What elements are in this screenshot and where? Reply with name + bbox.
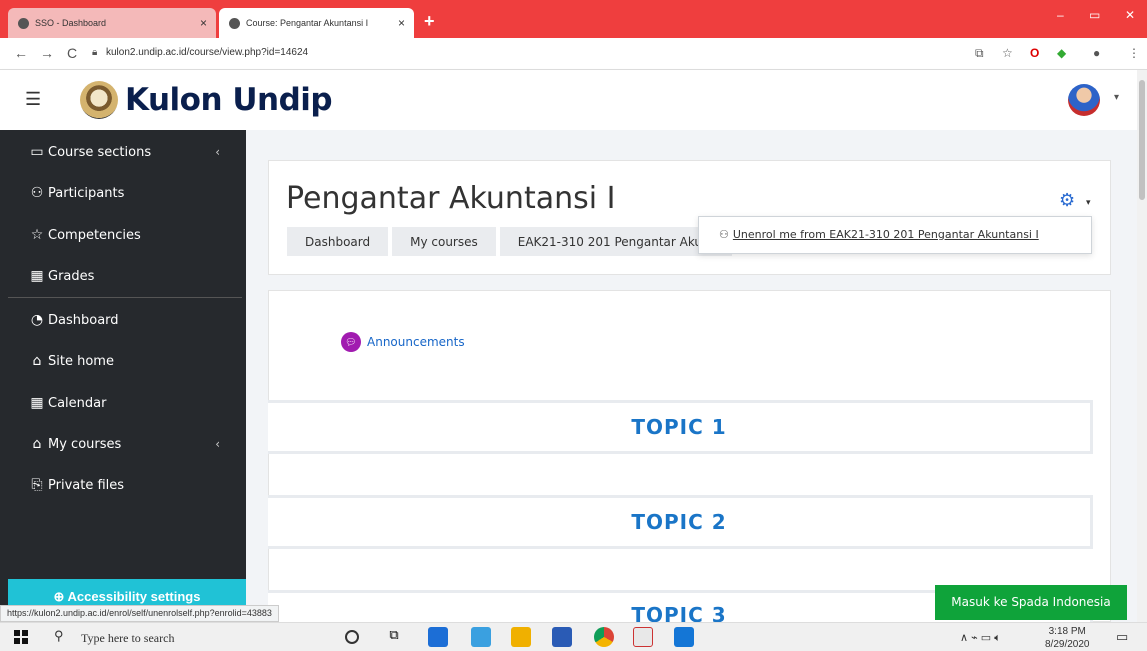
sidebar-divider [8,297,242,298]
chevron-left-icon: ‹ [215,145,220,159]
tab-favicon-icon [18,17,29,29]
hamburger-menu-icon[interactable]: ☰ [25,89,41,110]
sidebar-item-label: Site home [48,353,114,369]
system-tray-icons[interactable]: ∧ ⌁ ▭ 🔈︎ [960,631,1001,645]
course-title: Pengantar Akuntansi I [286,181,616,216]
sidebar-item-grades[interactable]: ▦ Grades [28,261,94,291]
forum-icon: 💬︎ [341,332,361,352]
taskbar-clock[interactable]: 3:18 PM 8/29/2020 [1045,625,1090,651]
chevron-down-icon[interactable]: ▾ [1086,197,1091,208]
announcements-link[interactable]: Announcements [367,335,465,349]
photos-app-icon[interactable] [471,627,491,647]
back-button[interactable]: ← [14,45,28,61]
unenrol-label: Unenrol me from EAK21-310 201 Pengantar … [732,228,1039,241]
site-header: ☰ Kulon Undip ▾ [0,70,1147,130]
files-icon: ⎘ [31,477,43,493]
address-bar: ← → C 🔒︎ kulon2.undip.ac.id/course/view.… [0,38,1147,70]
url-field[interactable]: kulon2.undip.ac.id/course/view.php?id=14… [106,47,308,58]
topic-section[interactable]: TOPIC 2 [268,495,1093,549]
windows-taskbar: ⚲ Type here to search ⧉ ∧ ⌁ ▭ 🔈︎ 3:18 PM… [0,622,1147,651]
tab-title: SSO - Dashboard [35,18,107,28]
sidebar-item-label: Dashboard [48,312,119,328]
star-icon: ☆ [30,227,44,243]
calendar-icon: ▦ [30,395,44,411]
user-menu-caret-icon[interactable]: ▾ [1114,92,1119,103]
sidebar-item-label: Participants [48,185,125,201]
clock-date: 8/29/2020 [1045,639,1090,650]
folder-icon: ▭ [30,144,44,160]
outlook-app-icon[interactable] [674,627,694,647]
unenrol-menu-item[interactable]: ⚇ Unenrol me from EAK21-310 201 Pengantar… [719,228,1039,241]
user-avatar[interactable] [1068,84,1100,116]
dashboard-icon: ◔ [30,312,44,328]
tab-close-icon[interactable]: × [200,16,207,30]
tab-title: Course: Pengantar Akuntansi I [246,18,369,28]
sidebar-item-label: Private files [48,477,125,493]
scrollbar-thumb[interactable] [1139,80,1145,200]
users-icon: ⚇ [30,185,44,201]
sidebar-item-participants[interactable]: ⚇ Participants [28,178,125,208]
extension-icon[interactable]: ◆ [1057,46,1066,60]
new-tab-button[interactable]: + [424,11,435,32]
sidebar-item-label: Competencies [48,227,141,243]
graduation-cap-icon: ⌂ [32,436,42,452]
course-settings-menu: ⚇ Unenrol me from EAK21-310 201 Pengantar… [698,216,1092,254]
translate-icon[interactable]: ⧉ [975,46,984,61]
reload-button[interactable]: C [67,45,77,61]
forward-button[interactable]: → [40,45,54,61]
accessibility-icon: ⊕ [53,589,68,604]
task-view-icon[interactable]: ⧉ [384,627,404,647]
clock-time: 3:18 PM [1048,626,1086,637]
sidebar-item-label: Calendar [48,395,107,411]
user-icon: ⚇ [719,228,729,241]
topic-section[interactable]: TOPIC 1 [268,400,1093,454]
file-explorer-icon[interactable] [511,627,531,647]
menu-dots-icon[interactable]: ⋮ [1128,46,1140,60]
lock-icon: 🔒︎ [92,47,98,58]
calculator-app-icon[interactable] [428,627,448,647]
nav-drawer: ▭ Course sections ‹ ⚇ Participants ☆ Com… [0,130,246,622]
browser-tab-bar: SSO - Dashboard × Course: Pengantar Akun… [0,0,1147,38]
breadcrumb-my-courses[interactable]: My courses [392,227,496,256]
gradebook-icon: ▦ [30,268,44,284]
sidebar-item-course-sections[interactable]: ▭ Course sections ‹ [28,137,238,167]
sidebar-item-private-files[interactable]: ⎘ Private files [28,470,124,500]
notification-icon[interactable]: ▭ [1116,629,1128,645]
search-icon[interactable]: ⚲ [54,628,64,644]
home-icon: ⌂ [32,353,42,369]
sidebar-item-label: Course sections [48,144,152,160]
sidebar-item-calendar[interactable]: ▦ Calendar [28,388,106,418]
windows-start-icon[interactable] [14,630,28,644]
spada-indonesia-button[interactable]: Masuk ke Spada Indonesia [935,585,1127,620]
undip-logo-icon[interactable] [80,81,118,119]
chrome-app-icon[interactable] [594,627,614,647]
tab-course[interactable]: Course: Pengantar Akuntansi I × [219,8,414,38]
sidebar-item-site-home[interactable]: ⌂ Site home [28,346,114,376]
cortana-icon[interactable] [345,630,359,644]
gear-icon[interactable]: ⚙ [1059,190,1075,211]
tab-sso-dashboard[interactable]: SSO - Dashboard × [8,8,216,38]
snipping-app-icon[interactable] [633,627,653,647]
word-app-icon[interactable] [552,627,572,647]
tab-favicon-icon [229,17,240,29]
accessibility-label: Accessibility settings [67,589,201,604]
breadcrumb-dashboard[interactable]: Dashboard [287,227,389,256]
sidebar-item-label: My courses [48,436,122,452]
tab-close-icon[interactable]: × [398,16,405,30]
chevron-left-icon: ‹ [215,437,220,451]
sidebar-item-competencies[interactable]: ☆ Competencies [28,220,141,250]
taskbar-search-input[interactable]: Type here to search [81,631,174,646]
site-brand[interactable]: Kulon Undip [125,82,333,118]
opera-extension-icon[interactable]: O [1030,46,1039,60]
sidebar-item-label: Grades [48,268,95,284]
sidebar-item-my-courses[interactable]: ⌂ My courses ‹ [28,429,238,459]
bookmark-star-icon[interactable]: ☆ [1002,46,1013,60]
sidebar-item-dashboard[interactable]: ◔ Dashboard [28,305,119,335]
status-bar-url: https://kulon2.undip.ac.id/enrol/self/un… [0,605,279,622]
window-close-button[interactable]: ✕ [1125,8,1135,22]
maximize-button[interactable]: ▭ [1089,8,1100,22]
breadcrumb: Dashboard My courses EAK21-310 201 Penga… [287,227,736,256]
profile-icon[interactable]: ● [1093,46,1100,60]
minimize-button[interactable]: – [1057,8,1064,22]
